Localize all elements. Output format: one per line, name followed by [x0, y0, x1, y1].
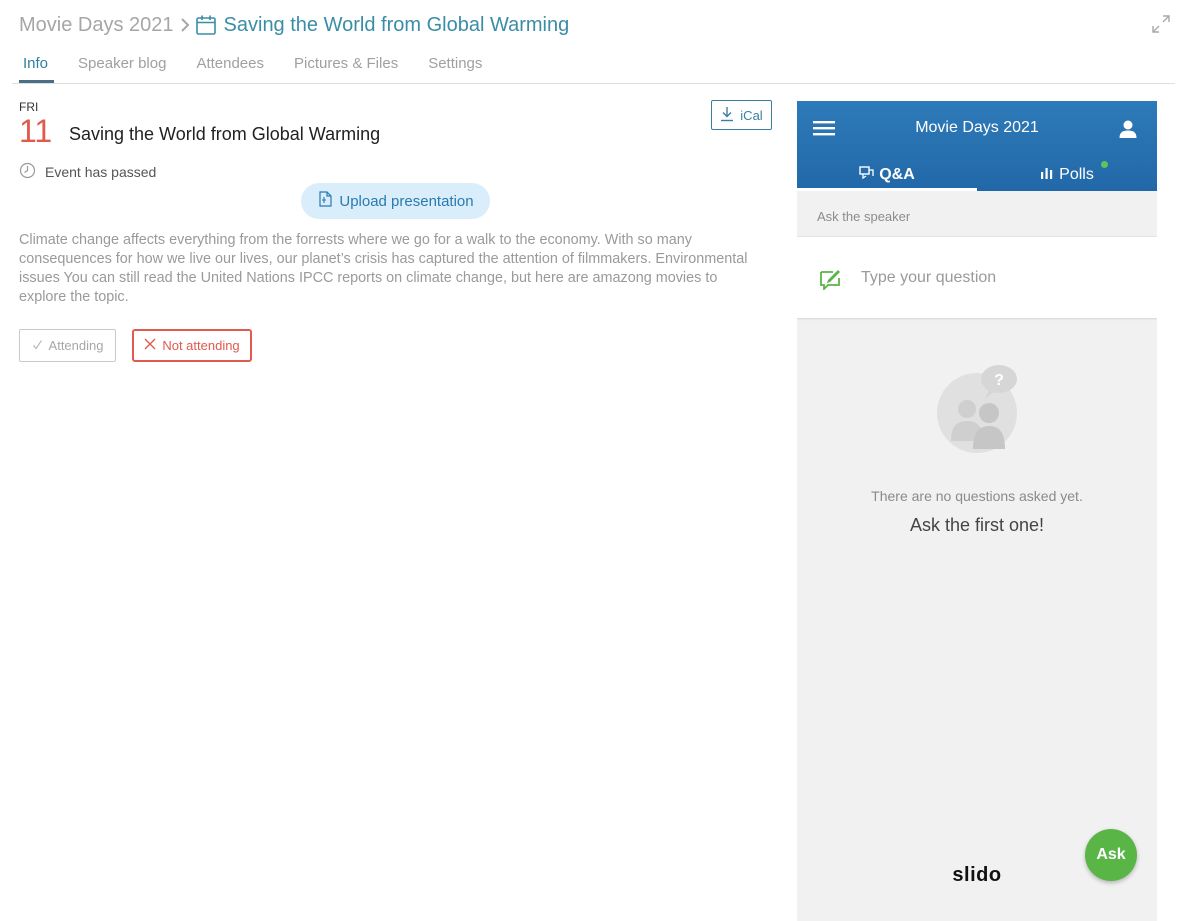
tab-settings[interactable]: Settings	[424, 52, 486, 83]
not-attending-button[interactable]: Not attending	[132, 329, 252, 362]
tab-attendees[interactable]: Attendees	[192, 52, 268, 83]
upload-label: Upload presentation	[339, 192, 474, 210]
empty-state-cta: Ask the first one!	[909, 515, 1045, 535]
download-icon	[720, 106, 734, 125]
empty-state-message: There are no questions asked yet.	[871, 488, 1083, 504]
svg-text:?: ?	[994, 372, 1004, 389]
page-title: Saving the World from Global Warming	[223, 13, 570, 36]
event-status: Event has passed	[19, 162, 156, 182]
ical-label: iCal	[740, 107, 763, 123]
question-input-box[interactable]: Type your question	[797, 236, 1157, 318]
tab-info[interactable]: Info	[19, 52, 55, 83]
attending-label: Attending	[48, 338, 104, 353]
user-icon[interactable]	[1118, 119, 1138, 139]
tab-qa[interactable]: Q&A	[797, 159, 977, 191]
slido-header: Movie Days 2021 Q&A Polls	[797, 101, 1157, 191]
slido-event-title: Movie Days 2021	[915, 119, 1039, 136]
chevron-right-icon	[180, 17, 190, 33]
bar-chart-icon	[1040, 166, 1054, 184]
attending-button[interactable]: Attending	[19, 329, 116, 362]
compose-icon	[819, 268, 841, 292]
event-title: Saving the World from Global Warming	[69, 124, 381, 144]
calendar-icon	[195, 14, 217, 36]
close-icon	[144, 338, 156, 353]
question-people-icon: ?	[933, 361, 1025, 456]
ask-speaker-label: Ask the speaker	[817, 209, 911, 224]
expand-icon[interactable]	[1150, 13, 1172, 35]
tab-bar: Info Speaker blog Attendees Pictures & F…	[19, 52, 508, 84]
event-day-number: 11	[19, 113, 53, 149]
chat-icon	[859, 165, 874, 185]
breadcrumb: Movie Days 2021 Saving the World from Gl…	[19, 10, 569, 40]
upload-icon	[317, 190, 333, 212]
tab-polls[interactable]: Polls	[977, 159, 1157, 191]
question-input[interactable]: Type your question	[861, 269, 996, 287]
not-attending-label: Not attending	[162, 338, 240, 353]
upload-presentation-button[interactable]: Upload presentation	[301, 183, 490, 219]
event-status-text: Event has passed	[45, 164, 157, 180]
event-day-of-week: FRI	[19, 100, 39, 114]
breadcrumb-parent[interactable]: Movie Days 2021	[19, 14, 174, 37]
clock-icon	[19, 162, 36, 182]
check-icon	[32, 338, 43, 353]
polls-notification-dot	[1101, 161, 1108, 168]
tab-qa-label: Q&A	[879, 166, 915, 183]
tab-divider	[12, 83, 1175, 84]
event-description: Climate change affects everything from t…	[19, 232, 748, 305]
ask-button[interactable]: Ask	[1085, 829, 1137, 881]
ical-button[interactable]: iCal	[711, 100, 772, 130]
tab-speaker-blog[interactable]: Speaker blog	[74, 52, 170, 83]
tab-pictures-files[interactable]: Pictures & Files	[290, 52, 402, 83]
slido-panel: Movie Days 2021 Q&A Polls Ask the speake…	[797, 101, 1157, 921]
tab-polls-label: Polls	[1059, 166, 1094, 183]
